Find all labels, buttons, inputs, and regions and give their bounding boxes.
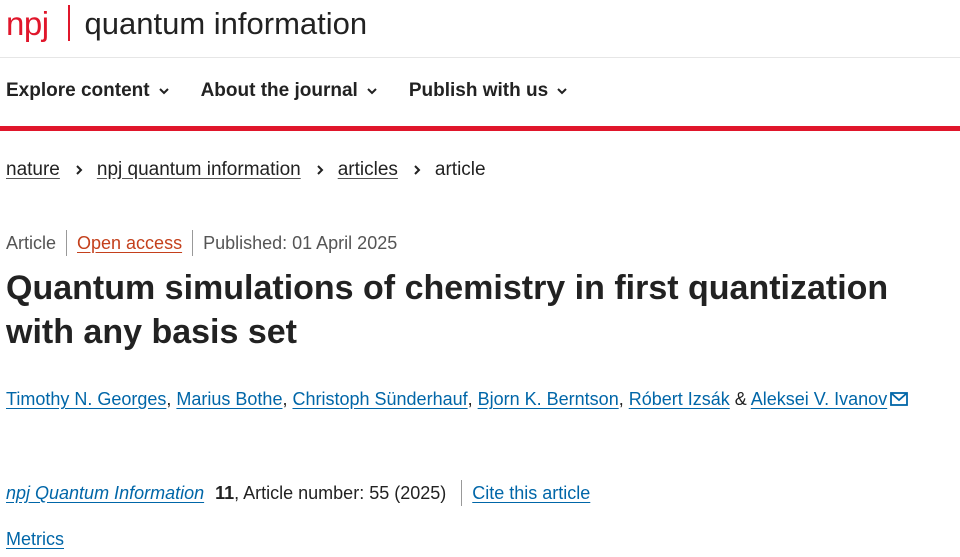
- citation-divider: [461, 480, 463, 506]
- corresponding-author-link[interactable]: Aleksei V. Ivanov: [751, 389, 887, 409]
- author-separator: ,: [282, 389, 293, 409]
- meta-divider: [66, 230, 68, 256]
- author-link[interactable]: Róbert Izsák: [629, 389, 730, 409]
- brand-accent-bar: [0, 126, 960, 131]
- chevron-down-icon: [557, 88, 567, 95]
- brand-divider: [67, 5, 70, 41]
- main-nav: Explore content About the journal Publis…: [6, 80, 599, 102]
- article-type: Article: [6, 232, 57, 253]
- author-list: Timothy N. Georges, Marius Bothe, Christ…: [6, 381, 946, 418]
- author-link[interactable]: Marius Bothe: [176, 389, 282, 409]
- article-meta: Article Open access Published: 01 April …: [6, 230, 397, 256]
- published-date: Published: 01 April 2025: [203, 232, 398, 253]
- journal-brand[interactable]: npj quantum information: [6, 3, 367, 43]
- chevron-down-icon: [158, 88, 169, 95]
- chevron-right-icon: [317, 165, 324, 175]
- breadcrumb-articles[interactable]: articles: [338, 159, 398, 181]
- metrics-link[interactable]: Metrics: [6, 529, 64, 550]
- header-divider: [0, 57, 960, 58]
- citation-line: npj Quantum Information 11 , Article num…: [6, 480, 590, 506]
- author-separator: ,: [467, 389, 478, 409]
- breadcrumb-current: article: [434, 159, 486, 180]
- author-link[interactable]: Bjorn K. Berntson: [478, 389, 619, 409]
- breadcrumb: nature npj quantum information articles …: [6, 159, 486, 181]
- journal-link[interactable]: npj Quantum Information: [6, 483, 204, 504]
- nav-explore-content-label: Explore content: [6, 80, 150, 101]
- article-number: , Article number: 55 (2025): [234, 482, 447, 503]
- breadcrumb-npj-quantum-information[interactable]: npj quantum information: [97, 159, 301, 181]
- nav-about-journal[interactable]: About the journal: [201, 80, 378, 102]
- meta-divider: [192, 230, 194, 256]
- journal-name[interactable]: quantum information: [85, 8, 368, 39]
- chevron-down-icon: [367, 88, 377, 95]
- envelope-icon[interactable]: [890, 392, 909, 406]
- author-separator: &: [729, 389, 751, 409]
- breadcrumb-nature[interactable]: nature: [6, 159, 60, 181]
- nav-publish-with-us[interactable]: Publish with us: [409, 80, 568, 102]
- nav-explore-content[interactable]: Explore content: [6, 80, 170, 102]
- article-title: Quantum simulations of chemistry in firs…: [6, 269, 889, 351]
- cite-this-article-link[interactable]: Cite this article: [472, 483, 590, 504]
- nav-about-journal-label: About the journal: [200, 80, 358, 101]
- author-separator: ,: [166, 389, 177, 409]
- open-access-link[interactable]: Open access: [77, 233, 182, 254]
- chevron-right-icon: [76, 165, 83, 175]
- nav-publish-with-us-label: Publish with us: [408, 80, 549, 101]
- author-separator: ,: [618, 389, 629, 409]
- author-link[interactable]: Timothy N. Georges: [6, 389, 166, 409]
- author-link[interactable]: Christoph Sünderhauf: [292, 389, 467, 409]
- volume-number: 11: [215, 482, 235, 503]
- chevron-right-icon: [414, 165, 421, 175]
- npj-logo[interactable]: npj: [6, 7, 49, 40]
